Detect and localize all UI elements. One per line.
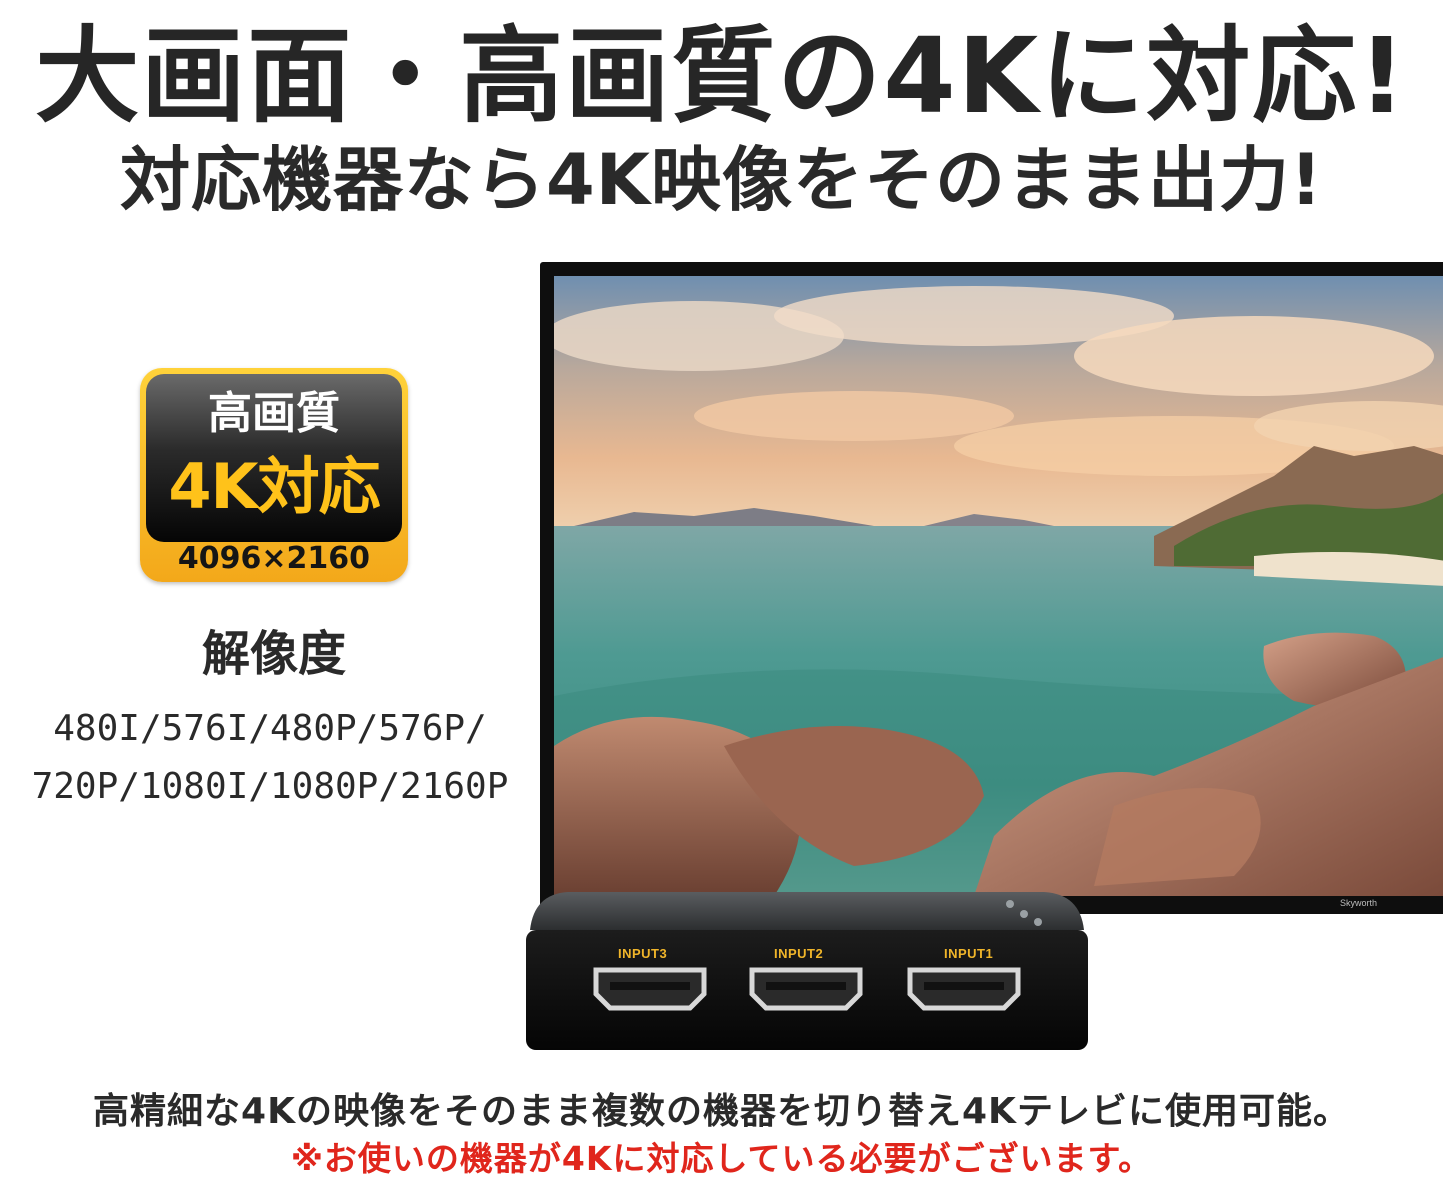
4k-badge: 高画質 4K対応 4096×2160 <box>140 368 408 582</box>
badge-main-text: 4K対応 <box>168 450 380 523</box>
resolution-line-2: 720P/1080I/1080P/2160P <box>31 766 509 807</box>
beach-landscape-illustration <box>554 276 1443 896</box>
caption: 高精細な4Kの映像をそのまま複数の機器を切り替え4Kテレビに使用可能。 <box>93 1091 1350 1132</box>
compatibility-note: ※お使いの機器が4Kに対応している必要がございます。 <box>290 1139 1153 1178</box>
hdmi-switcher-device: INPUT3 INPUT2 INPUT1 <box>524 890 1090 1052</box>
badge-top-text: 高画質 <box>208 388 340 439</box>
badge-inner-panel: 高画質 4K対応 <box>146 374 402 542</box>
hdmi-switcher-body <box>526 892 1088 1050</box>
tv-display: Skyworth <box>540 262 1443 914</box>
input3-label: INPUT3 <box>618 946 668 961</box>
badge-resolution: 4096×2160 <box>177 541 371 576</box>
tv-screen-beach-image <box>554 276 1443 896</box>
resolution-list: 480I/576I/480P/576P/ 720P/1080I/1080P/21… <box>20 700 520 816</box>
subheadline: 対応機器なら4K映像をそのまま出力! <box>120 139 1323 221</box>
input2-label: INPUT2 <box>774 946 824 961</box>
resolution-label: 解像度 <box>201 626 346 682</box>
tv-brand-label: Skyworth <box>1340 898 1378 908</box>
input1-label: INPUT1 <box>944 946 994 961</box>
headline: 大画面・高画質の4Kに対応! <box>35 15 1408 137</box>
resolution-line-1: 480I/576I/480P/576P/ <box>53 708 487 749</box>
